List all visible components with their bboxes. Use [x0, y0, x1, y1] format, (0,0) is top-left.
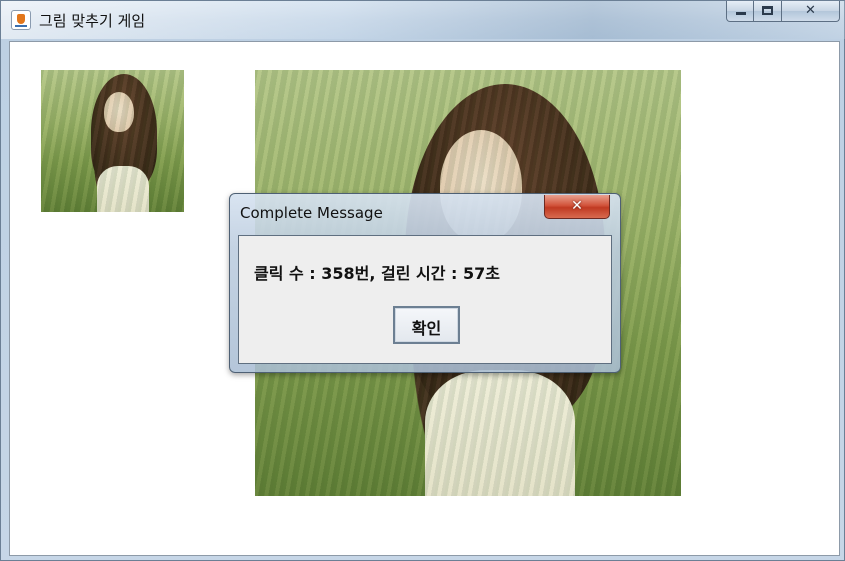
game-window: 그림 맞추기 게임 ✕ Complete Message ✕ 클릭 수: 35…: [0, 0, 845, 561]
dialog-title: Complete Message: [240, 204, 383, 222]
maximize-button[interactable]: [754, 1, 782, 22]
ok-button-label: 확인: [411, 319, 442, 338]
minimize-icon: [736, 12, 746, 15]
dialog-body: 클릭 수 : 358번, 걸린 시간 : 57초 확인: [238, 235, 612, 364]
dialog-close-button[interactable]: ✕: [544, 195, 610, 219]
window-title: 그림 맞추기 게임: [39, 12, 146, 30]
result-message: 클릭 수 : 358번, 걸린 시간 : 57초: [254, 264, 501, 283]
close-button[interactable]: ✕: [782, 1, 840, 22]
minimize-button[interactable]: [726, 1, 754, 22]
java-cup-icon: [11, 10, 31, 30]
photo-grass: [41, 70, 184, 212]
reference-photo: [41, 70, 184, 212]
title-bar[interactable]: 그림 맞추기 게임 ✕: [1, 1, 845, 39]
close-icon: ✕: [805, 3, 816, 18]
complete-message-dialog: Complete Message ✕ 클릭 수 : 358번, 걸린 시간 : …: [229, 193, 621, 373]
maximize-icon: [762, 6, 773, 15]
close-icon: ✕: [571, 198, 583, 214]
window-controls: ✕: [726, 1, 840, 23]
ok-button[interactable]: 확인: [393, 306, 460, 344]
